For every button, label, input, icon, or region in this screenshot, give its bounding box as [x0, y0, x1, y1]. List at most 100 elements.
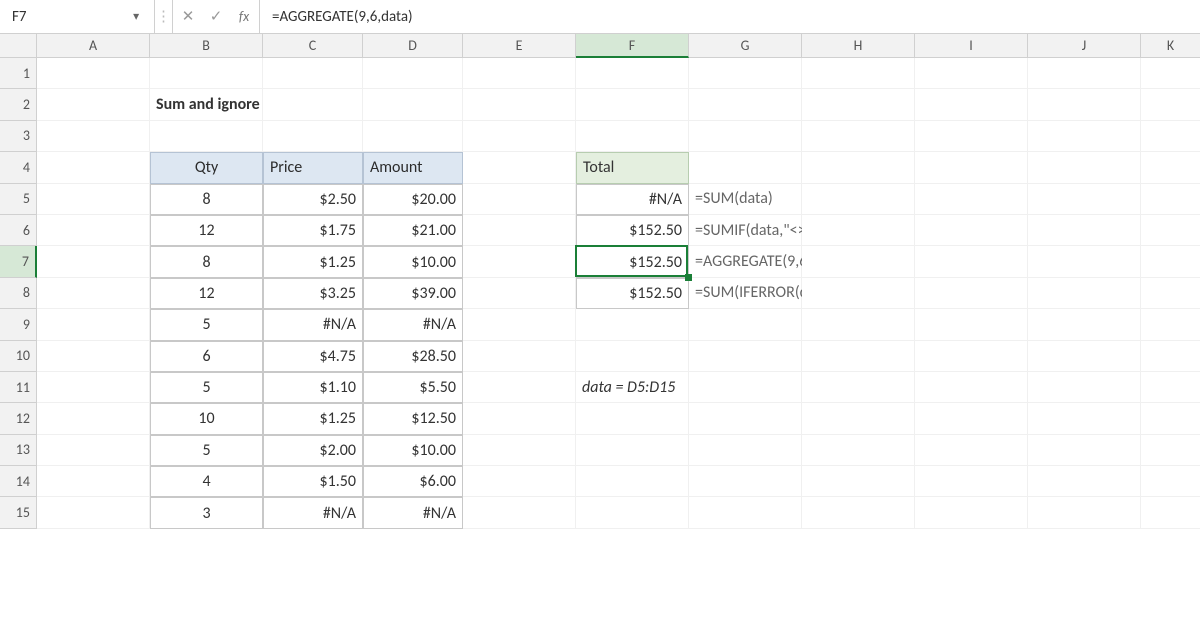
cell[interactable] — [37, 152, 150, 183]
cell[interactable] — [802, 403, 915, 434]
cell[interactable] — [915, 341, 1028, 372]
cell[interactable] — [463, 309, 576, 340]
cell[interactable] — [576, 466, 689, 497]
cancel-icon[interactable]: ✕ — [179, 7, 197, 26]
cell[interactable] — [689, 435, 802, 466]
cell[interactable] — [463, 152, 576, 183]
cell[interactable] — [576, 497, 689, 528]
cell[interactable] — [802, 58, 915, 89]
cell[interactable] — [37, 403, 150, 434]
row-header[interactable]: 3 — [0, 121, 37, 152]
row-header[interactable]: 1 — [0, 58, 37, 89]
row-header[interactable]: 14 — [0, 466, 37, 497]
cell[interactable] — [1141, 466, 1200, 497]
table-cell[interactable]: $1.25 — [263, 246, 363, 277]
row-header[interactable]: 11 — [0, 372, 37, 403]
cell[interactable] — [802, 184, 915, 215]
cell[interactable] — [689, 372, 802, 403]
table-cell[interactable]: 5 — [150, 372, 263, 403]
cell[interactable] — [37, 184, 150, 215]
table-cell[interactable]: $1.10 — [263, 372, 363, 403]
table-cell[interactable]: 4 — [150, 466, 263, 497]
cell[interactable] — [37, 58, 150, 89]
formula-annotation[interactable]: =SUMIF(data,"<>#N/A") — [689, 215, 802, 246]
cell[interactable] — [1141, 215, 1200, 246]
row-header[interactable]: 6 — [0, 215, 37, 246]
cell[interactable] — [37, 341, 150, 372]
chevron-down-icon[interactable]: ▾ — [128, 9, 144, 24]
column-header[interactable]: C — [263, 34, 363, 58]
cell[interactable] — [1028, 341, 1141, 372]
table-cell[interactable]: 8 — [150, 184, 263, 215]
cell[interactable] — [576, 341, 689, 372]
cell[interactable] — [802, 121, 915, 152]
cell[interactable] — [915, 246, 1028, 277]
table-cell[interactable]: $4.75 — [263, 341, 363, 372]
column-header[interactable]: B — [150, 34, 263, 58]
cell[interactable] — [1141, 89, 1200, 120]
cell[interactable] — [463, 184, 576, 215]
table-cell[interactable]: $1.50 — [263, 466, 363, 497]
cell[interactable] — [1028, 184, 1141, 215]
cell[interactable] — [463, 403, 576, 434]
cell[interactable] — [37, 246, 150, 277]
cell[interactable] — [802, 466, 915, 497]
cell[interactable] — [363, 121, 463, 152]
row-header[interactable]: 13 — [0, 435, 37, 466]
table-cell[interactable]: $2.00 — [263, 435, 363, 466]
cell[interactable] — [1028, 121, 1141, 152]
column-header[interactable]: H — [802, 34, 915, 58]
cell[interactable] — [802, 215, 915, 246]
cell[interactable] — [1141, 278, 1200, 309]
cell[interactable] — [1028, 309, 1141, 340]
formula-annotation[interactable]: =SUM(IFERROR(data,0)) — [689, 278, 802, 309]
cell[interactable] — [363, 89, 463, 120]
cell[interactable] — [802, 152, 915, 183]
cell[interactable] — [1141, 121, 1200, 152]
cell[interactable] — [689, 89, 802, 120]
cell[interactable] — [463, 372, 576, 403]
table-cell[interactable]: 10 — [150, 403, 263, 434]
row-header[interactable]: 12 — [0, 403, 37, 434]
cell[interactable] — [150, 121, 263, 152]
cell[interactable] — [915, 372, 1028, 403]
table-cell[interactable]: $10.00 — [363, 435, 463, 466]
table-cell[interactable]: 12 — [150, 278, 263, 309]
cell[interactable] — [576, 89, 689, 120]
column-header[interactable]: G — [689, 34, 802, 58]
cell[interactable] — [802, 89, 915, 120]
cell[interactable] — [915, 58, 1028, 89]
cell[interactable] — [1141, 341, 1200, 372]
table-cell[interactable]: #N/A — [263, 497, 363, 528]
table-cell[interactable]: 5 — [150, 309, 263, 340]
select-all-corner[interactable] — [0, 34, 37, 58]
cell[interactable] — [802, 497, 915, 528]
cell[interactable] — [1028, 152, 1141, 183]
cell[interactable] — [1028, 278, 1141, 309]
cell[interactable] — [263, 121, 363, 152]
table-cell[interactable]: 3 — [150, 497, 263, 528]
row-header[interactable]: 4 — [0, 152, 37, 183]
table-cell[interactable]: $10.00 — [363, 246, 463, 277]
cell[interactable] — [37, 278, 150, 309]
total-cell[interactable]: $152.50 — [576, 215, 689, 246]
page-title[interactable]: Sum and ignore errors — [150, 89, 263, 120]
table-cell[interactable]: 5 — [150, 435, 263, 466]
cell[interactable] — [689, 341, 802, 372]
cell[interactable] — [689, 309, 802, 340]
table-cell[interactable]: $5.50 — [363, 372, 463, 403]
cell[interactable] — [576, 435, 689, 466]
column-header[interactable]: I — [915, 34, 1028, 58]
cell[interactable] — [689, 152, 802, 183]
row-header[interactable]: 2 — [0, 89, 37, 120]
cell[interactable] — [463, 341, 576, 372]
column-header[interactable]: J — [1028, 34, 1141, 58]
data-range-note[interactable]: data = D5:D15 — [576, 372, 689, 403]
cell[interactable] — [463, 466, 576, 497]
cell[interactable] — [576, 121, 689, 152]
table-cell[interactable]: 12 — [150, 215, 263, 246]
table-cell[interactable]: $39.00 — [363, 278, 463, 309]
cell[interactable] — [915, 435, 1028, 466]
cell[interactable] — [1028, 246, 1141, 277]
cell[interactable] — [37, 372, 150, 403]
